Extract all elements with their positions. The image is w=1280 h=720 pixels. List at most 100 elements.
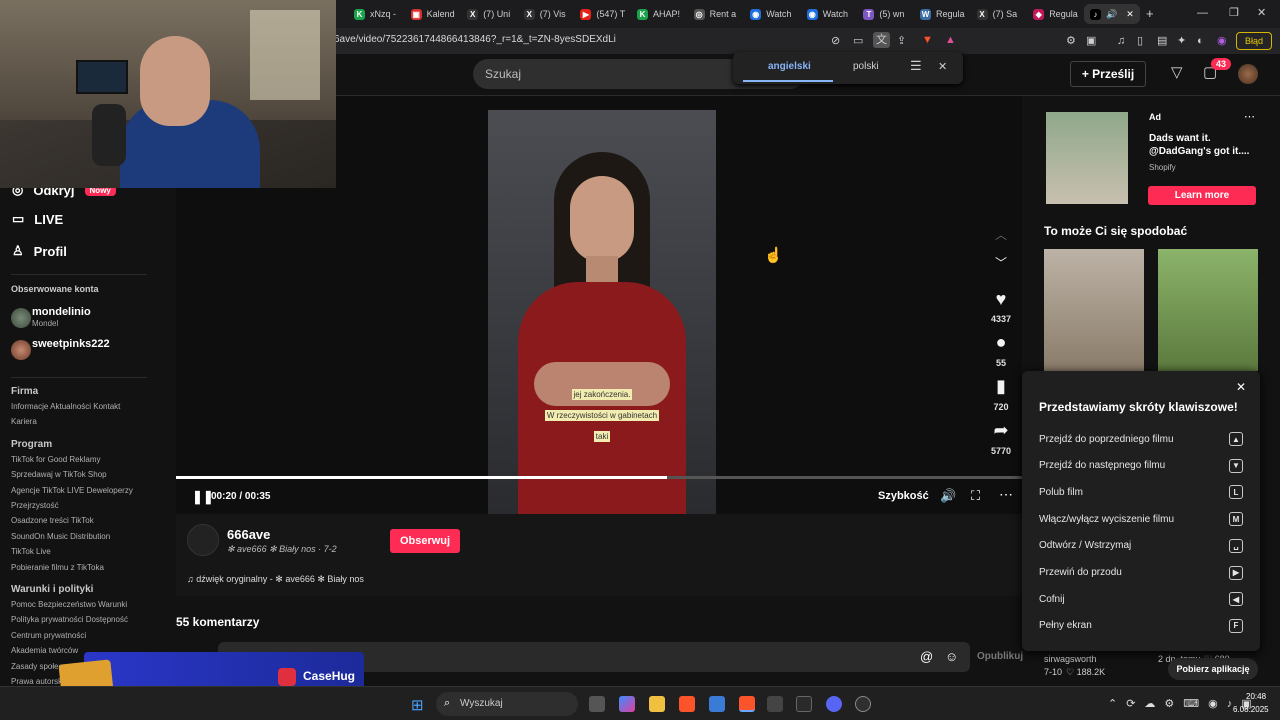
camera-off-icon[interactable]: ⊘ <box>831 34 840 48</box>
profile-ext-icon[interactable]: ◉ <box>1217 34 1227 48</box>
brave-shield-icon[interactable]: ▼ <box>922 33 933 47</box>
vpn-icon[interactable]: ◐ <box>1197 34 1204 48</box>
upload-button[interactable]: + Prześlij <box>1070 61 1146 87</box>
clock-date[interactable]: 6.08.2025 <box>1233 705 1269 714</box>
footer-link[interactable]: Pobieranie filmu z TikToka <box>11 563 104 572</box>
footer-link[interactable]: Informacje Aktualności Kontakt <box>11 402 120 411</box>
discord-icon[interactable] <box>826 696 842 712</box>
author-handle[interactable]: 666ave <box>227 527 270 542</box>
clock-time[interactable]: 20:48 <box>1246 692 1266 701</box>
footer-link[interactable]: Agencje TikTok LIVE Deweloperzy <box>11 486 133 495</box>
prev-video-icon[interactable]: ︿ <box>981 226 1021 243</box>
brave-icon[interactable] <box>679 696 695 712</box>
recommend-thumb[interactable] <box>1158 249 1258 371</box>
nav-live[interactable]: ▭ LIVE <box>12 211 63 227</box>
heart-icon[interactable]: ♥ <box>981 289 1021 310</box>
learn-more-button[interactable]: Learn more <box>1148 186 1256 205</box>
footer-link[interactable]: Centrum prywatności <box>11 631 86 640</box>
browser-tab[interactable]: K AHAP! <box>631 4 685 24</box>
footer-link[interactable]: Osadzone treści TikTok <box>11 516 94 525</box>
sidebar-icon[interactable]: ▣ <box>1086 34 1096 48</box>
tab-tiktok-active[interactable]: ♪ 🔊 ✕ <box>1084 4 1140 24</box>
browser-tab[interactable]: ◎ Rent a <box>688 4 742 24</box>
close-icon[interactable]: ✕ <box>1236 380 1246 394</box>
audio-icon[interactable]: 🔊 <box>1106 9 1117 20</box>
bookmark-icon[interactable]: ▮ <box>981 376 1021 397</box>
rec-user[interactable]: sirwagsworth <box>1044 654 1097 664</box>
calculator-icon[interactable] <box>767 696 783 712</box>
copilot-icon[interactable] <box>619 696 635 712</box>
download-app-button[interactable]: Pobierz aplikację <box>1168 658 1258 680</box>
terminal-icon[interactable] <box>796 696 812 712</box>
following-account[interactable]: mondelinio Mondel <box>11 306 161 330</box>
progress-bar[interactable] <box>176 476 1022 479</box>
menu-icon[interactable]: ☰ <box>910 59 922 73</box>
windows-start-icon[interactable]: ⊞ <box>411 696 424 714</box>
video-frame[interactable]: jej zakończenia. W rzeczywistości w gabi… <box>488 110 716 514</box>
following-account[interactable]: sweetpinks222 <box>11 338 161 362</box>
post-button[interactable]: Opublikuj <box>977 651 1023 662</box>
speed-button[interactable]: Szybkość <box>878 490 929 502</box>
send-icon[interactable]: ▽ <box>1171 65 1183 80</box>
browser-tab[interactable]: W Regula <box>914 4 968 24</box>
browser-tab[interactable]: ◆ Regula <box>1027 4 1081 24</box>
ad-more-icon[interactable]: ⋯ <box>1244 110 1255 123</box>
footer-link[interactable]: Akademia twórców <box>11 646 78 655</box>
browser-tab[interactable]: X (7) Vis <box>518 4 572 24</box>
more-icon[interactable]: ⋯ <box>999 486 1013 503</box>
sound-link[interactable]: ♫ dźwięk oryginalny - ✻ ave666 ✻ Biały n… <box>187 574 364 585</box>
lang-to-tab[interactable]: polski <box>853 61 879 72</box>
close-tab-icon[interactable]: ✕ <box>1126 9 1134 20</box>
volume-icon[interactable]: 🔊 <box>940 488 956 504</box>
share-icon[interactable]: ⇪ <box>897 34 906 48</box>
store-icon[interactable] <box>709 696 725 712</box>
error-badge[interactable]: Błąd <box>1236 32 1272 50</box>
explorer-icon[interactable] <box>649 696 665 712</box>
footer-link[interactable]: SoundOn Music Distribution <box>11 532 110 541</box>
footer-link[interactable]: Polityka prywatności Dostępność <box>11 615 128 624</box>
taskview-icon[interactable] <box>589 696 605 712</box>
footer-link[interactable]: Przejrzystość <box>11 501 59 510</box>
next-video-icon[interactable]: ﹀ <box>981 254 1021 271</box>
footer-link[interactable]: Sprzedawaj w TikTok Shop <box>11 470 107 479</box>
url-text[interactable]: 6ave/video/7522361744866413846?_r=1&_t=Z… <box>334 34 616 45</box>
reading-icon[interactable]: ▯ <box>1137 34 1143 48</box>
brave-rewards-icon[interactable]: ▲ <box>945 33 956 47</box>
translate-icon[interactable]: 文 <box>873 32 890 48</box>
new-tab-icon[interactable]: + <box>1146 7 1154 21</box>
browser-tab[interactable]: ▣ Kalend <box>405 4 459 24</box>
mention-icon[interactable]: @ <box>920 649 933 664</box>
ad-thumbnail[interactable] <box>1046 112 1128 204</box>
minimize-icon[interactable]: — <box>1197 6 1208 20</box>
browser-tab[interactable]: X (7) Sa <box>971 4 1025 24</box>
emoji-icon[interactable]: ☺ <box>945 649 958 664</box>
extensions-icon[interactable]: ⚙ <box>1066 34 1076 48</box>
leo-icon[interactable]: ✦ <box>1177 34 1186 48</box>
lang-from-tab[interactable]: angielski <box>768 61 811 72</box>
maximize-icon[interactable]: ❐ <box>1229 6 1239 20</box>
cast-icon[interactable]: ▭ <box>853 34 863 48</box>
user-avatar[interactable] <box>1238 64 1258 84</box>
share-arrow-icon[interactable]: ➦ <box>981 420 1021 441</box>
taskbar-search[interactable]: ⌕ Wyszukaj <box>436 692 578 716</box>
music-icon[interactable]: ♫ <box>1117 34 1125 48</box>
footer-link[interactable]: TikTok for Good Reklamy <box>11 455 101 464</box>
browser-tab[interactable]: X (7) Uni <box>461 4 515 24</box>
browser-tab[interactable]: ◉ Watch <box>801 4 855 24</box>
follow-button[interactable]: Obserwuj <box>390 529 460 553</box>
browser-tab[interactable]: KxNzq - <box>348 4 402 24</box>
footer-link[interactable]: Kariera <box>11 417 37 426</box>
comment-icon[interactable]: ● <box>981 332 1021 353</box>
obs-icon[interactable] <box>855 696 871 712</box>
recommend-thumb[interactable] <box>1044 249 1144 371</box>
nav-profile[interactable]: ♙ Profil <box>12 243 67 259</box>
browser-tab[interactable]: ▶ (547) T <box>574 4 628 24</box>
browser-tab[interactable]: ◉ Watch <box>744 4 798 24</box>
brave-active-icon[interactable] <box>739 696 755 712</box>
footer-link[interactable]: Pomoc Bezpieczeństwo Warunki <box>11 600 127 609</box>
author-avatar[interactable] <box>187 524 219 556</box>
wallet-icon[interactable]: ▤ <box>1157 34 1167 48</box>
footer-link[interactable]: TikTok Live <box>11 547 51 556</box>
fullscreen-icon[interactable]: ⛶ <box>971 488 980 504</box>
browser-tab[interactable]: T (5) wn <box>857 4 911 24</box>
